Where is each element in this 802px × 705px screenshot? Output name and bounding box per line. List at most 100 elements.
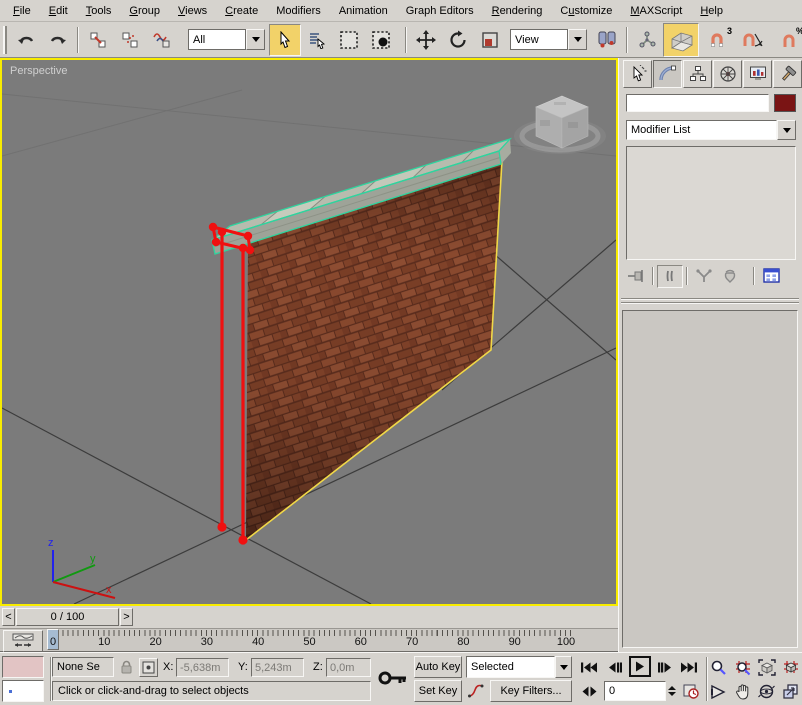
goto-start-button[interactable] (578, 658, 600, 676)
frame-spinner[interactable] (667, 681, 677, 701)
tab-modify[interactable] (653, 60, 682, 88)
tab-motion[interactable] (713, 60, 742, 88)
arc-rotate-button[interactable] (756, 681, 777, 702)
named-selection-set-field[interactable]: None Se (52, 657, 114, 677)
time-configuration-button[interactable] (681, 682, 700, 700)
selection-filter-dropdown[interactable]: All (188, 29, 265, 50)
time-ruler[interactable]: 0102030405060708090100 (44, 629, 614, 651)
show-end-result-icon (663, 269, 677, 283)
open-mini-curve-editor-button[interactable] (3, 630, 43, 652)
y-coord-field[interactable]: 5,243m (251, 658, 304, 677)
pan-button[interactable] (732, 681, 753, 702)
zoom-all-button[interactable] (732, 657, 753, 678)
menu-graph-editors[interactable]: Graph Editors (397, 2, 483, 20)
spinner-up-icon[interactable] (668, 686, 676, 690)
unlink-selection-button[interactable] (114, 24, 146, 56)
x-coord-field[interactable]: -5,638m (176, 658, 229, 677)
select-and-manipulate-button[interactable] (631, 24, 663, 56)
menu-tools[interactable]: Tools (77, 2, 121, 20)
time-slider-button[interactable]: 0 / 100 (16, 608, 119, 626)
field-of-view-button[interactable] (708, 681, 729, 702)
track-bar[interactable]: 0102030405060708090100 (0, 629, 618, 652)
next-frame-button[interactable] (654, 658, 676, 676)
menu-maxscript[interactable]: MAXScript (621, 2, 691, 20)
menu-help[interactable]: Help (691, 2, 732, 20)
previous-frame-button[interactable] (604, 658, 626, 676)
bind-to-spacewarp-button[interactable] (146, 24, 178, 56)
menu-views[interactable]: Views (169, 2, 216, 20)
viewport-canvas[interactable]: z y x (2, 60, 616, 604)
frame-forward-button[interactable]: > (120, 608, 133, 626)
object-color-swatch[interactable] (774, 94, 796, 112)
play-button[interactable] (629, 656, 651, 677)
zoom-extents-button[interactable] (756, 657, 777, 678)
z-coord-field[interactable]: 0,0m (326, 658, 371, 677)
viewport-label[interactable]: Perspective (10, 65, 67, 77)
tab-utilities[interactable] (773, 60, 802, 88)
spinner-down-icon[interactable] (668, 692, 676, 696)
menu-modifiers[interactable]: Modifiers (267, 2, 330, 20)
tab-display[interactable] (743, 60, 772, 88)
zoom-extents-all-button[interactable] (780, 657, 801, 678)
set-key-button[interactable]: Set Key (414, 680, 462, 702)
redo-button[interactable] (42, 24, 74, 56)
key-mode-dropdown[interactable]: Selected (466, 656, 572, 678)
dropdown-arrow-icon[interactable] (555, 656, 572, 678)
dropdown-arrow-icon[interactable] (568, 29, 587, 50)
maxscript-mini-listener-white[interactable] (2, 680, 44, 702)
reference-coordinate-dropdown[interactable]: View (510, 29, 587, 50)
select-by-name-button[interactable] (301, 24, 333, 56)
maxscript-mini-listener-pink[interactable] (2, 656, 44, 678)
undo-button[interactable] (10, 24, 42, 56)
tab-hierarchy[interactable] (683, 60, 712, 88)
dropdown-arrow-icon[interactable] (777, 120, 796, 140)
goto-end-button[interactable] (678, 658, 700, 676)
perspective-viewport[interactable]: Perspective (0, 58, 618, 606)
menu-customize[interactable]: Customize (551, 2, 621, 20)
tab-create[interactable] (623, 60, 652, 88)
default-tangent-button[interactable] (466, 680, 486, 702)
rectangular-selection-region-button[interactable] (333, 24, 365, 56)
show-end-result-button[interactable] (657, 265, 683, 288)
percent-snap-button[interactable]: % (771, 24, 802, 56)
rollout-area[interactable] (622, 310, 798, 648)
dropdown-arrow-icon[interactable] (246, 29, 265, 50)
frame-back-button[interactable]: < (2, 608, 15, 626)
set-keys-button[interactable] (376, 663, 410, 693)
modifier-list-dropdown[interactable]: Modifier List (626, 120, 796, 140)
menu-create[interactable]: Create (216, 2, 267, 20)
selection-lock-toggle[interactable] (117, 658, 135, 676)
auto-key-button[interactable]: Auto Key (414, 656, 462, 678)
window-crossing-toggle-button[interactable] (365, 24, 397, 56)
modifier-stack-list[interactable] (626, 146, 796, 260)
remove-modifier-button[interactable] (717, 265, 743, 288)
background-cube-object[interactable] (514, 96, 606, 154)
menu-animation[interactable]: Animation (330, 2, 397, 20)
object-name-field[interactable] (626, 94, 769, 112)
snap-toggle-3-button[interactable]: 3 (699, 24, 735, 56)
menu-group[interactable]: Group (120, 2, 169, 20)
coord-system-value: View (510, 29, 568, 50)
snaps-toggle-button[interactable] (663, 23, 699, 57)
configure-modifier-sets-button[interactable] (758, 265, 784, 288)
key-mode-toggle-button[interactable] (578, 682, 600, 700)
select-and-move-button[interactable] (410, 24, 442, 56)
current-frame-field[interactable]: 0 (604, 681, 666, 701)
zoom-button[interactable] (708, 657, 729, 678)
menu-edit[interactable]: Edit (40, 2, 77, 20)
menu-file[interactable]: File (4, 2, 40, 20)
use-pivot-point-center-button[interactable] (591, 24, 623, 56)
make-unique-button[interactable] (691, 265, 717, 288)
absolute-offset-toggle[interactable] (139, 658, 158, 677)
select-object-button[interactable] (269, 24, 301, 56)
pin-stack-button[interactable] (623, 265, 649, 288)
select-and-rotate-button[interactable] (442, 24, 474, 56)
menu-rendering[interactable]: Rendering (483, 2, 552, 20)
select-and-link-button[interactable] (82, 24, 114, 56)
time-slider-track[interactable]: < 0 / 100 > (0, 606, 618, 629)
key-filters-button[interactable]: Key Filters... (490, 680, 572, 702)
min-max-toggle-button[interactable] (780, 681, 801, 702)
toolbar-drag-handle[interactable] (3, 26, 7, 54)
select-and-scale-button[interactable] (474, 24, 506, 56)
angle-snap-button[interactable] (735, 24, 771, 56)
